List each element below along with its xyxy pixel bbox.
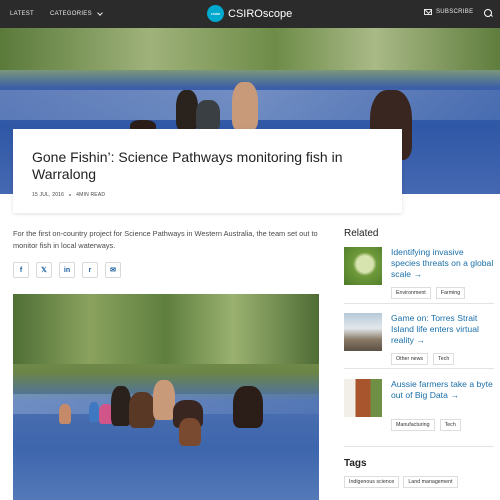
brand-name: CSIROscope bbox=[228, 7, 293, 20]
divider bbox=[344, 446, 494, 447]
tag-chip[interactable]: Other news bbox=[391, 353, 429, 365]
tag-chip[interactable]: Land management bbox=[403, 476, 458, 488]
related-thumbnail[interactable] bbox=[344, 247, 382, 285]
article-title-card: Gone Fishin’: Science Pathways monitorin… bbox=[13, 129, 402, 213]
related-heading: Related bbox=[344, 228, 379, 239]
meta-separator bbox=[69, 194, 72, 196]
nav-categories-label: CATEGORIES bbox=[50, 11, 92, 17]
related-tags: Other news Tech bbox=[391, 353, 455, 365]
sidebar: Related Identifying invasive species thr… bbox=[344, 228, 494, 447]
search-icon[interactable] bbox=[484, 9, 492, 17]
tag-chip[interactable]: Environment bbox=[391, 287, 431, 299]
nav-categories-dropdown[interactable]: CATEGORIES bbox=[50, 10, 103, 17]
related-tags: Manufacturing Tech bbox=[391, 419, 461, 431]
nav-latest-link[interactable]: LATEST bbox=[10, 11, 34, 17]
related-title[interactable]: Aussie farmers take a byte out of Big Da… bbox=[391, 379, 494, 401]
tag-chip[interactable]: Tech bbox=[433, 353, 455, 365]
tag-chip[interactable]: Manufacturing bbox=[391, 419, 435, 431]
article-date: 15 JUL, 2016 bbox=[32, 192, 65, 198]
facebook-icon[interactable]: f bbox=[13, 262, 29, 278]
email-icon[interactable]: ✉ bbox=[105, 262, 121, 278]
related-title[interactable]: Identifying invasive species threats on … bbox=[391, 247, 494, 280]
article-meta: 15 JUL, 2016 4MIN READ bbox=[32, 192, 383, 198]
related-thumbnail[interactable] bbox=[344, 313, 382, 351]
chevron-down-icon bbox=[97, 10, 103, 16]
divider bbox=[344, 303, 494, 304]
share-buttons: f 𝕏 in r ✉ bbox=[13, 262, 121, 278]
related-title[interactable]: Game on: Torres Strait Island life enter… bbox=[391, 313, 494, 346]
mail-icon bbox=[424, 9, 432, 15]
subscribe-link[interactable]: SUBSCRIBE bbox=[424, 9, 473, 15]
linkedin-icon[interactable]: in bbox=[59, 262, 75, 278]
tags-list: Indigenous science Land management bbox=[344, 476, 458, 488]
article-intro: For the first on-country project for Sci… bbox=[13, 229, 318, 250]
tag-chip[interactable]: Indigenous science bbox=[344, 476, 400, 488]
reddit-icon[interactable]: r bbox=[82, 262, 98, 278]
tag-chip[interactable]: Tech bbox=[439, 419, 461, 431]
subscribe-label: SUBSCRIBE bbox=[436, 9, 474, 15]
article-read-time: 4MIN READ bbox=[76, 192, 106, 198]
top-navigation-bar: LATEST CATEGORIES CSIRO CSIROscope SUBSC… bbox=[0, 0, 500, 28]
tag-chip[interactable]: Farming bbox=[435, 287, 466, 299]
tags-heading: Tags bbox=[344, 458, 367, 469]
site-brand[interactable]: CSIRO CSIROscope bbox=[207, 5, 292, 22]
x-icon[interactable]: 𝕏 bbox=[36, 262, 52, 278]
related-tags: Environment Farming bbox=[391, 287, 466, 299]
csiro-logo: CSIRO bbox=[207, 5, 224, 22]
article-photo bbox=[13, 294, 319, 500]
related-thumbnail[interactable] bbox=[344, 379, 382, 417]
article-title: Gone Fishin’: Science Pathways monitorin… bbox=[32, 149, 343, 182]
divider bbox=[344, 368, 494, 369]
